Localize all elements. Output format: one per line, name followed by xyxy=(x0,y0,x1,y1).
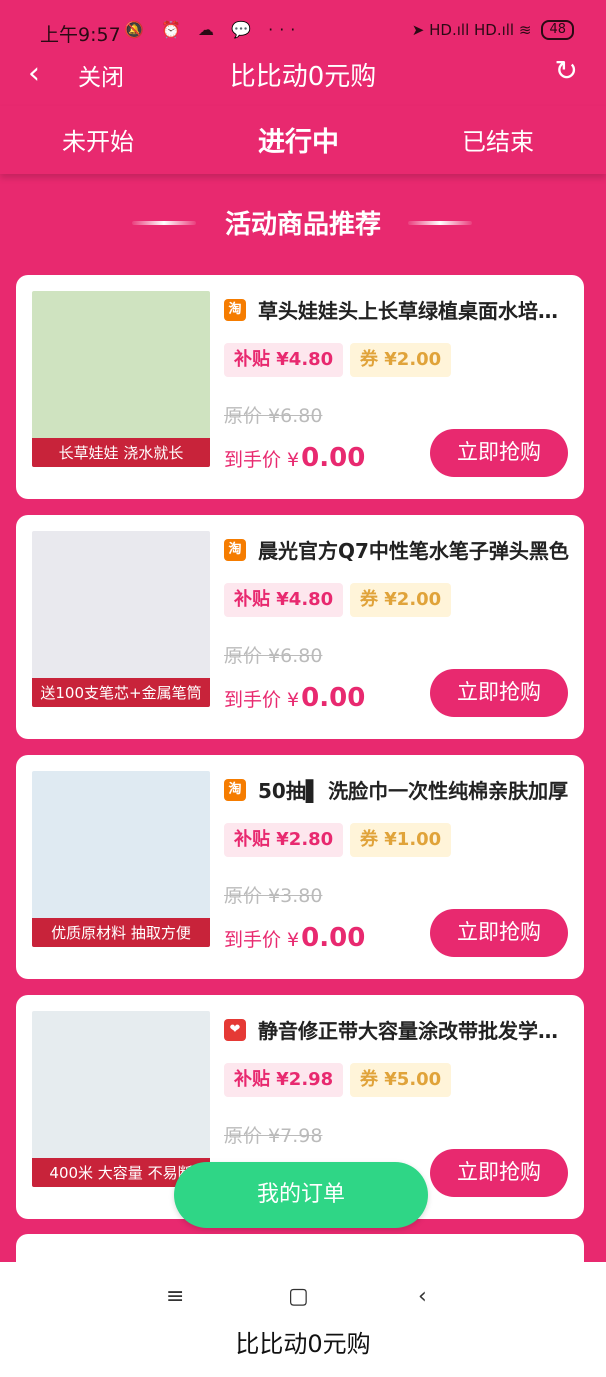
buy-now-button[interactable]: 立即抢购 xyxy=(430,669,568,717)
original-price: 原价 ¥3.80 xyxy=(224,885,323,907)
subsidy-badge: 补贴 ¥4.80 xyxy=(224,343,344,377)
buy-now-button[interactable]: 立即抢购 xyxy=(430,909,568,957)
product-title[interactable]: 淘晨光官方Q7中性笔水笔子弹头黑色 xyxy=(224,535,572,564)
tab-not-started[interactable]: 未开始 xyxy=(62,122,134,157)
final-price-value: 0.00 xyxy=(301,923,366,953)
product-image[interactable]: 长草娃娃 浇水就长 xyxy=(32,291,210,467)
coupon-badge: 券 ¥2.00 xyxy=(350,583,452,617)
product-card[interactable]: 送100支笔芯+金属笔筒 淘晨光官方Q7中性笔水笔子弹头黑色补贴 ¥4.80 券 ¥… xyxy=(16,515,584,739)
subsidy-badge: 补贴 ¥2.80 xyxy=(224,823,344,857)
page-title: 比比动0元购 xyxy=(229,62,377,92)
battery-icon: 48 xyxy=(541,20,574,40)
product-name: 草头娃娃头上长草绿植桌面水培盆栽 xyxy=(258,299,572,323)
product-image-caption: 优质原材料 抽取方便 xyxy=(32,918,210,947)
final-price: 到手价 ¥0.00 xyxy=(224,923,365,953)
final-price-label: 到手价 ¥ xyxy=(224,689,300,711)
product-image[interactable]: 优质原材料 抽取方便 xyxy=(32,771,210,947)
subsidy-badge: 补贴 ¥2.98 xyxy=(224,1063,344,1097)
menu-icon[interactable]: ≡ xyxy=(166,1284,184,1309)
product-card[interactable]: 优质原材料 抽取方便 淘 50抽▌ 洗脸巾一次性纯棉亲肤加厚补贴 ¥2.80 券 ¥1… xyxy=(16,755,584,979)
refresh-icon[interactable]: ↻ xyxy=(555,54,578,87)
product-image[interactable]: 400米 大容量 不易断 xyxy=(32,1011,210,1187)
system-icons: ➤ HD.ıll HD.ıll ≋ 48 xyxy=(412,20,574,40)
status-time: 上午9:57 xyxy=(40,24,121,46)
original-price: 原价 ¥6.80 xyxy=(224,405,323,427)
product-title[interactable]: ❤ 静音修正带大容量涂改带批发学生用 xyxy=(224,1015,572,1044)
final-price-value: 0.00 xyxy=(301,443,366,473)
section-title: 活动商品推荐 xyxy=(224,210,381,240)
product-image-caption: 长草娃娃 浇水就长 xyxy=(32,438,210,467)
product-name: 静音修正带大容量涂改带批发学生用 xyxy=(258,1019,572,1043)
section-decoration-right xyxy=(408,221,472,225)
original-price: 原价 ¥7.98 xyxy=(224,1125,323,1147)
product-card[interactable]: 长草娃娃 浇水就长 淘草头娃娃头上长草绿植桌面水培盆栽补贴 ¥4.80 券 ¥2.0… xyxy=(16,275,584,499)
final-price: 到手价 ¥0.00 xyxy=(224,683,365,713)
shop-icon: ❤ xyxy=(224,1018,246,1041)
product-title[interactable]: 淘 50抽▌ 洗脸巾一次性纯棉亲肤加厚 xyxy=(224,775,572,804)
coupon-badge: 券 ¥1.00 xyxy=(350,823,452,857)
shop-icon: 淘 xyxy=(224,538,246,561)
buy-now-button[interactable]: 立即抢购 xyxy=(430,429,568,477)
final-price-value: 0.00 xyxy=(301,683,366,713)
tab-in-progress[interactable]: 进行中 xyxy=(258,120,339,159)
product-title[interactable]: 淘草头娃娃头上长草绿植桌面水培盆栽 xyxy=(224,295,572,324)
product-image[interactable]: 送100支笔芯+金属笔筒 xyxy=(32,531,210,707)
title-bar: ‹ 关闭 比比动0元购 ↻ xyxy=(0,46,606,106)
final-price-label: 到手价 ¥ xyxy=(224,449,300,471)
product-name: 晨光官方Q7中性笔水笔子弹头黑色 xyxy=(258,539,569,563)
subsidy-badge: 补贴 ¥4.80 xyxy=(224,583,344,617)
home-icon[interactable]: ▢ xyxy=(288,1284,309,1309)
tab-ended[interactable]: 已结束 xyxy=(462,122,534,157)
back-nav-icon[interactable]: ‹ xyxy=(418,1284,427,1309)
coupon-badge: 券 ¥5.00 xyxy=(350,1063,452,1097)
product-name: 50抽▌ 洗脸巾一次性纯棉亲肤加厚 xyxy=(258,779,569,803)
final-price: 到手价 ¥0.00 xyxy=(224,443,365,473)
shop-icon: 淘 xyxy=(224,298,246,321)
notification-icons: 🔕 ⏰ ☁ 💬 ··· xyxy=(124,20,302,39)
buy-now-button[interactable]: 立即抢购 xyxy=(430,1149,568,1197)
app-name-label: 比比动0元购 xyxy=(235,1330,371,1358)
my-orders-button[interactable]: 我的订单 xyxy=(174,1162,428,1228)
product-image-caption: 送100支笔芯+金属笔筒 xyxy=(32,678,210,707)
shop-icon: 淘 xyxy=(224,778,246,801)
signal-wifi-icon: ➤ HD.ıll HD.ıll ≋ xyxy=(411,21,532,39)
original-price: 原价 ¥6.80 xyxy=(224,645,323,667)
system-nav-bar: ≡ ▢ ‹ 比比动0元购 xyxy=(0,1262,606,1377)
coupon-badge: 券 ¥2.00 xyxy=(350,343,452,377)
status-tabs: 未开始 进行中 已结束 xyxy=(0,106,606,174)
final-price-label: 到手价 ¥ xyxy=(224,929,300,951)
